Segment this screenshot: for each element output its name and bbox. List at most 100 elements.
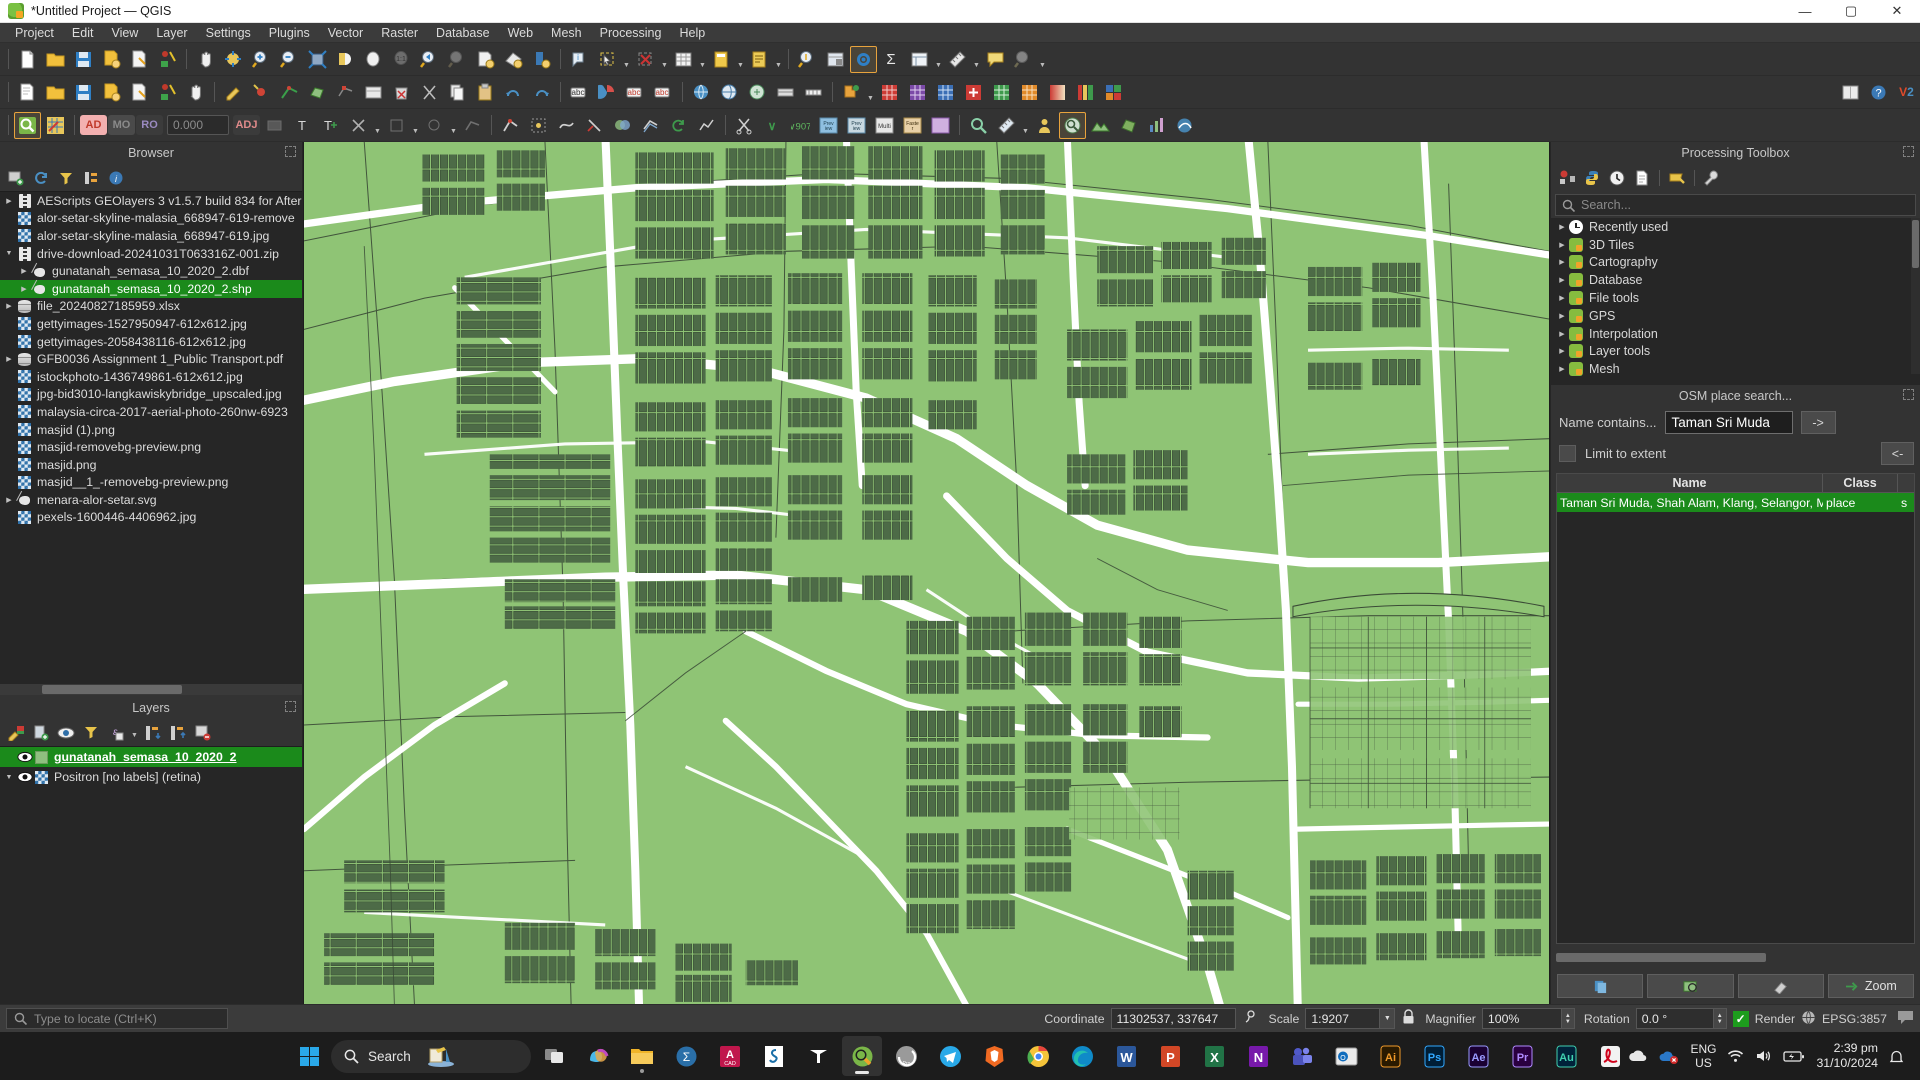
excel-icon[interactable]: X: [1194, 1036, 1234, 1076]
blue-grid-icon[interactable]: [932, 79, 959, 106]
deselect-dropdown-arrow[interactable]: ▼: [660, 46, 669, 73]
select-dropdown-arrow[interactable]: ▼: [622, 46, 631, 73]
bell-icon[interactable]: [1889, 1049, 1904, 1064]
menu-item-processing[interactable]: Processing: [591, 24, 671, 42]
coordinate-field[interactable]: 11302537, 337647: [1110, 1008, 1236, 1029]
render-checkbox[interactable]: ✓: [1732, 1010, 1749, 1027]
expand-all-icon[interactable]: [142, 722, 164, 743]
chevron-right-icon[interactable]: ▶: [1555, 294, 1569, 302]
preview-grayscale-icon[interactable]: Prev iew: [843, 112, 870, 139]
rotate-feature-icon[interactable]: [665, 112, 692, 139]
locator-search-input[interactable]: Type to locate (Ctrl+K): [6, 1008, 228, 1029]
zoom-out-icon[interactable]: [276, 46, 303, 73]
osm-copy-button[interactable]: [1557, 974, 1644, 998]
processing-group[interactable]: ▶ Layer tools: [1551, 343, 1920, 361]
maximize-button[interactable]: ▢: [1828, 0, 1874, 22]
limit-to-extent-checkbox[interactable]: [1559, 445, 1576, 462]
sum-icon[interactable]: Σ: [878, 46, 905, 73]
layer-item[interactable]: gunatanah_semasa_10_2020_2: [0, 747, 302, 767]
processing-group[interactable]: ▶ GPS: [1551, 307, 1920, 325]
purple-grid-icon[interactable]: [904, 79, 931, 106]
illustrator-icon[interactable]: Ai: [1370, 1036, 1410, 1076]
task-view-button[interactable]: [534, 1036, 574, 1076]
save-project-as-icon[interactable]: [98, 46, 125, 73]
open-project-icon[interactable]: [42, 46, 69, 73]
pan-map-icon[interactable]: [192, 46, 219, 73]
add-point-constraint-icon[interactable]: T: [317, 112, 344, 139]
options-wrench-icon[interactable]: [1701, 167, 1723, 188]
browser-item[interactable]: ▶ file_20240827185959.xlsx: [0, 298, 302, 316]
menu-item-plugins[interactable]: Plugins: [260, 24, 319, 42]
tracing-icon[interactable]: [459, 112, 486, 139]
copilot-icon[interactable]: [578, 1036, 618, 1076]
wifi-icon[interactable]: [1727, 1049, 1744, 1063]
show-statistics-icon[interactable]: [746, 46, 773, 73]
snapping-mode-dropdown-arrow[interactable]: ▼: [411, 112, 420, 139]
new-3d-map-view-icon[interactable]: [500, 46, 527, 73]
cut-features-icon[interactable]: [416, 79, 443, 106]
chevron-right-icon[interactable]: ▶: [2, 355, 16, 363]
browser-item[interactable]: masjid__1_-removebg-preview.png: [0, 474, 302, 492]
edit-features-in-place-icon[interactable]: [1666, 167, 1688, 188]
preview-thumb-icon[interactable]: [927, 112, 954, 139]
browser-item[interactable]: alor-setar-skyline-malasia_668947-619-re…: [0, 210, 302, 228]
split-features-icon[interactable]: [581, 112, 608, 139]
digitizing-number-field[interactable]: 0.000: [167, 115, 229, 135]
chevron-right-icon[interactable]: ▶: [1555, 258, 1569, 266]
chevron-right-icon[interactable]: ▶: [2, 197, 16, 205]
lock-scale-icon[interactable]: [1401, 1009, 1416, 1028]
undo-icon[interactable]: [500, 79, 527, 106]
simplify-feature-icon[interactable]: [693, 112, 720, 139]
new-vector-layer-icon[interactable]: [14, 79, 41, 106]
osm-name-input[interactable]: Taman Sri Muda: [1664, 411, 1793, 434]
rotation-field[interactable]: 0.0 °: [1635, 1008, 1714, 1029]
attribute-dropdown-arrow[interactable]: ▼: [698, 46, 707, 73]
georeferencer-icon[interactable]: [42, 112, 69, 139]
photoshop-icon[interactable]: Ps: [1414, 1036, 1454, 1076]
browser-hscrollbar[interactable]: [0, 684, 302, 695]
messages-icon[interactable]: [1897, 1010, 1914, 1028]
chevron-right-icon[interactable]: ▶: [1555, 330, 1569, 338]
crs-label[interactable]: EPSG:3857: [1822, 1012, 1887, 1026]
osm-place-search-toggle-icon[interactable]: [1059, 111, 1086, 139]
show-layout-manager-icon[interactable]: [906, 46, 933, 73]
browser-item[interactable]: alor-setar-skyline-malasia_668947-619.jp…: [0, 227, 302, 245]
scribd-icon[interactable]: [754, 1036, 794, 1076]
menu-item-view[interactable]: View: [102, 24, 147, 42]
scale-dropdown-arrow[interactable]: ▼: [1380, 1008, 1396, 1029]
new-shapefile-layer-icon[interactable]: [822, 46, 849, 73]
processing-search-box[interactable]: Search...: [1555, 194, 1916, 216]
crs-globe-icon[interactable]: [1801, 1010, 1816, 1028]
help-question-icon[interactable]: ?: [1865, 79, 1892, 106]
zoom-to-layer-icon[interactable]: [360, 46, 387, 73]
zoom-native-icon[interactable]: 1:1: [388, 46, 415, 73]
chevron-right-icon[interactable]: ▶: [2, 496, 16, 504]
browser-item[interactable]: pexels-1600446-4406962.jpg: [0, 509, 302, 527]
add-point-feature-icon[interactable]: [248, 79, 275, 106]
scale-field[interactable]: 1:9207: [1305, 1008, 1381, 1029]
qgis-taskbar-icon[interactable]: [842, 1036, 882, 1076]
processing-toolbox-undock-icon[interactable]: [1903, 146, 1914, 157]
field-calculator-icon[interactable]: [708, 46, 735, 73]
red-grid-icon[interactable]: [876, 79, 903, 106]
history-icon[interactable]: [1606, 167, 1628, 188]
chevron-right-icon[interactable]: ▶: [1555, 312, 1569, 320]
qgis-search-locator-icon[interactable]: [14, 111, 41, 139]
collapse-all-layers-icon[interactable]: [167, 722, 189, 743]
browser-item[interactable]: masjid (1).png: [0, 421, 302, 439]
map-tips-icon[interactable]: [794, 46, 821, 73]
column-header-class[interactable]: Class: [1823, 474, 1898, 492]
map-canvas[interactable]: [303, 142, 1550, 1004]
browser-item[interactable]: jpg-bid3010-langkawiskybridge_upscaled.j…: [0, 386, 302, 404]
filter-dropdown-arrow[interactable]: ▼: [130, 722, 139, 743]
menu-item-project[interactable]: Project: [6, 24, 63, 42]
modify-attributes-icon[interactable]: [360, 79, 387, 106]
construction-mode-badge[interactable]: MO: [108, 115, 135, 135]
osm-zoom-selection-button[interactable]: [1647, 974, 1734, 998]
save-icon[interactable]: [70, 79, 97, 106]
add-group-icon[interactable]: [30, 722, 52, 743]
menu-item-raster[interactable]: Raster: [372, 24, 427, 42]
battery-charging-icon[interactable]: [1783, 1050, 1805, 1063]
browser-item[interactable]: gettyimages-1527950947-612x612.jpg: [0, 315, 302, 333]
layer-visibility-checkbox[interactable]: [16, 751, 33, 764]
